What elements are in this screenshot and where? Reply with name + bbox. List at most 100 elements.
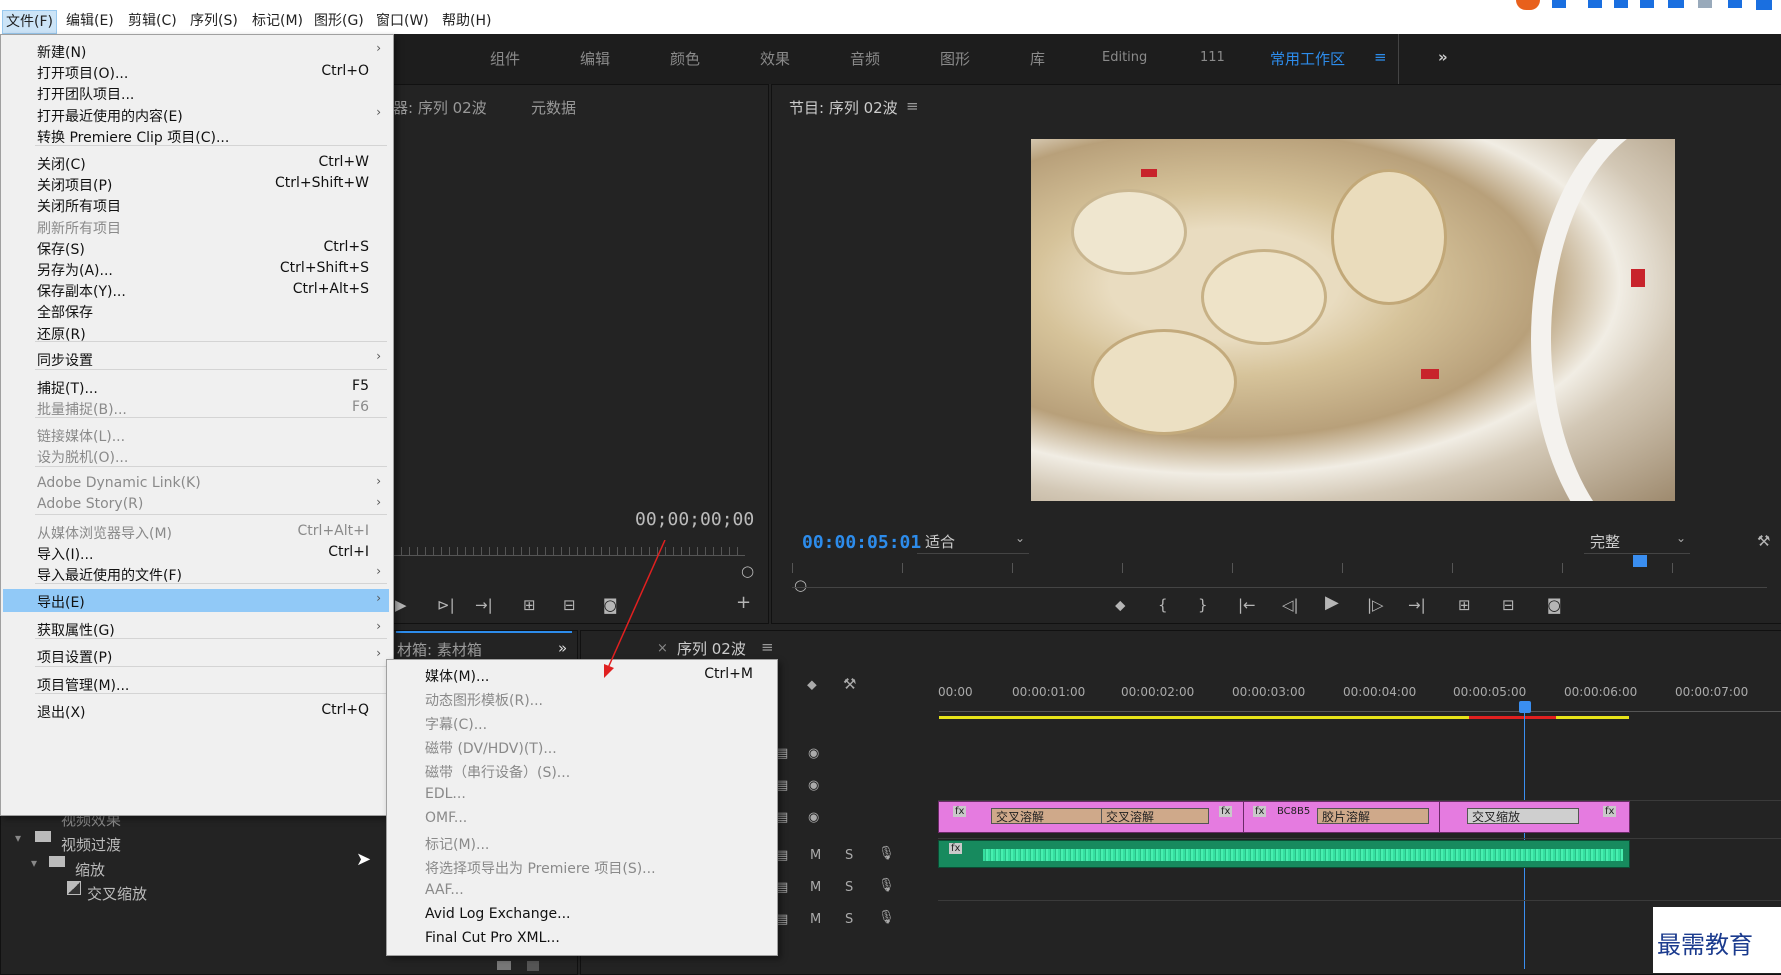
- menu-clip[interactable]: 剪辑(C): [128, 10, 177, 32]
- file-menu-item[interactable]: 获取属性(G) ›: [3, 617, 389, 640]
- file-menu-item[interactable]: 另存为(A)... Ctrl+Shift+S: [3, 257, 389, 280]
- source-play-icon[interactable]: ▶: [395, 597, 407, 613]
- source-timecode[interactable]: 00;00;00;00: [635, 509, 754, 530]
- workspace-graphics[interactable]: 图形: [940, 48, 970, 69]
- file-menu-item[interactable]: 关闭(C) Ctrl+W: [3, 151, 389, 174]
- export-submenu-item[interactable]: Avid Log Exchange...: [387, 903, 775, 926]
- file-menu-item[interactable]: 保存副本(Y)... Ctrl+Alt+S: [3, 278, 389, 301]
- track-a1-mic-icon[interactable]: 🎙: [878, 846, 895, 861]
- file-menu-item[interactable]: 打开团队项目...: [3, 81, 389, 104]
- source-overwrite-icon[interactable]: ⊟: [563, 597, 576, 613]
- file-menu-item[interactable]: 打开最近使用的内容(E) ›: [3, 103, 389, 126]
- transition-cross-zoom[interactable]: 交叉缩放: [1467, 808, 1579, 824]
- menu-window[interactable]: 窗口(W): [376, 10, 429, 32]
- program-time-ruler[interactable]: [792, 563, 1767, 573]
- file-menu-item[interactable]: 全部保存: [3, 299, 389, 322]
- track-a2-mic-icon[interactable]: 🎙: [878, 878, 895, 893]
- menu-file[interactable]: 文件(F): [2, 10, 57, 34]
- source-go-to-out-icon[interactable]: →|: [475, 597, 493, 613]
- workspace-common[interactable]: 常用工作区: [1270, 48, 1345, 69]
- menu-help[interactable]: 帮助(H): [442, 10, 491, 32]
- program-monitor-title[interactable]: 节目: 序列 02波: [789, 97, 898, 118]
- track-a3-mic-icon[interactable]: 🎙: [878, 910, 895, 925]
- file-menu-item[interactable]: 同步设置 ›: [3, 347, 389, 370]
- tree-cross-zoom[interactable]: 交叉缩放: [87, 883, 147, 904]
- track-v1-eye-icon[interactable]: ◉: [808, 810, 819, 825]
- program-zoom-handle[interactable]: ○: [794, 577, 807, 593]
- trash-icon[interactable]: [527, 961, 539, 971]
- add-marker-icon[interactable]: ⬥: [1115, 597, 1126, 613]
- go-to-in-icon[interactable]: |←: [1238, 597, 1256, 613]
- file-menu-item[interactable]: 转换 Premiere Clip 项目(C)...: [3, 124, 389, 147]
- file-menu-item[interactable]: 导入最近使用的文件(F) ›: [3, 562, 389, 585]
- transition-cross-dissolve-2[interactable]: 交叉溶解: [1101, 808, 1209, 824]
- export-submenu-item[interactable]: 媒体(M)... Ctrl+M: [387, 663, 775, 686]
- menu-marker[interactable]: 标记(M): [252, 10, 303, 32]
- track-a2-mute[interactable]: M: [810, 880, 821, 895]
- tree-expand-3-icon[interactable]: ▾: [31, 856, 37, 870]
- source-add-button-icon[interactable]: +: [736, 594, 751, 612]
- time-ruler-line[interactable]: [939, 711, 1781, 712]
- tree-video-transitions[interactable]: 视频过渡: [61, 834, 121, 855]
- file-menu-item[interactable]: 项目设置(P) ›: [3, 644, 389, 667]
- menu-edit[interactable]: 编辑(E): [66, 10, 114, 32]
- video-clip-v1[interactable]: fx 交叉溶解 交叉溶解 fx fx BC8B5 胶片溶解 交叉缩放 fx: [938, 801, 1630, 833]
- new-bin-icon[interactable]: [497, 961, 511, 970]
- track-v3-eye-icon[interactable]: ◉: [808, 746, 819, 761]
- file-menu-item[interactable]: 导入(I)... Ctrl+I: [3, 541, 389, 564]
- file-menu-item[interactable]: 打开项目(O)... Ctrl+O: [3, 60, 389, 83]
- file-menu-item[interactable]: 导出(E) ›: [3, 589, 389, 612]
- program-monitor-menu-icon[interactable]: ≡: [906, 97, 919, 115]
- workspace-111[interactable]: 111: [1200, 50, 1225, 65]
- bin-title[interactable]: 材箱: 素材箱: [397, 639, 482, 660]
- mark-in-icon[interactable]: {: [1158, 597, 1168, 613]
- bin-overflow-icon[interactable]: »: [558, 639, 567, 657]
- workspace-assembly[interactable]: 组件: [490, 48, 520, 69]
- extract-icon[interactable]: ⊟: [1502, 597, 1515, 613]
- file-menu-item[interactable]: 退出(X) Ctrl+Q: [3, 699, 389, 722]
- tree-expand-2-icon[interactable]: ▾: [15, 831, 21, 845]
- track-a1-solo[interactable]: S: [845, 848, 853, 863]
- program-playhead-marker[interactable]: [1633, 555, 1647, 567]
- fit-dropdown[interactable]: 适合 ⌄: [917, 529, 1029, 554]
- lift-icon[interactable]: ⊞: [1458, 597, 1471, 613]
- workspace-editing[interactable]: 编辑: [580, 48, 610, 69]
- export-submenu-item[interactable]: Final Cut Pro XML...: [387, 927, 775, 950]
- timeline-title[interactable]: 序列 02波: [677, 638, 746, 659]
- export-frame-camera-icon[interactable]: ◙: [1547, 597, 1562, 613]
- track-a3-solo[interactable]: S: [845, 912, 853, 927]
- tree-zoom[interactable]: 缩放: [75, 859, 105, 880]
- track-a1-mute[interactable]: M: [810, 848, 821, 863]
- track-a3-mute[interactable]: M: [810, 912, 821, 927]
- program-timecode[interactable]: 00:00:05:01: [802, 532, 921, 553]
- menu-graphics[interactable]: 图形(G): [314, 10, 364, 32]
- file-menu-item[interactable]: 保存(S) Ctrl+S: [3, 236, 389, 259]
- step-forward-icon[interactable]: |▷: [1367, 597, 1384, 613]
- workspace-overflow-icon[interactable]: »: [1438, 48, 1448, 66]
- metadata-tab[interactable]: 元数据: [531, 97, 576, 118]
- go-to-out-icon[interactable]: →|: [1408, 597, 1426, 613]
- track-a2-solo[interactable]: S: [845, 880, 853, 895]
- workspace-menu-icon[interactable]: ≡: [1374, 48, 1387, 66]
- settings-wrench-icon[interactable]: ⚒: [1757, 533, 1770, 549]
- transition-cross-dissolve-1[interactable]: 交叉溶解: [991, 808, 1103, 824]
- step-back-icon[interactable]: ◁|: [1282, 597, 1299, 613]
- timeline-wrench-icon[interactable]: ⚒: [843, 675, 856, 693]
- workspace-audio[interactable]: 音频: [850, 48, 880, 69]
- source-monitor-tab[interactable]: 器: 序列 02波: [393, 97, 487, 118]
- file-menu-item[interactable]: 新建(N) ›: [3, 39, 389, 62]
- file-menu-item[interactable]: 项目管理(M)...: [3, 672, 389, 695]
- timeline-playhead-handle[interactable]: [1519, 701, 1531, 713]
- file-menu-item[interactable]: 还原(R): [3, 321, 389, 344]
- source-time-ruler[interactable]: [393, 547, 745, 556]
- transition-film-dissolve[interactable]: 胶片溶解: [1317, 808, 1429, 824]
- menu-sequence[interactable]: 序列(S): [190, 10, 238, 32]
- quality-dropdown[interactable]: 完整 ⌄: [1584, 529, 1690, 554]
- source-step-forward-icon[interactable]: ⊳|: [437, 597, 455, 613]
- file-menu-item[interactable]: 关闭项目(P) Ctrl+Shift+W: [3, 172, 389, 195]
- source-insert-icon[interactable]: ⊞: [523, 597, 536, 613]
- workspace-color[interactable]: 颜色: [670, 48, 700, 69]
- program-play-icon[interactable]: ▶: [1325, 594, 1339, 612]
- program-zoom-bar[interactable]: [792, 587, 1767, 588]
- workspace-editing-en[interactable]: Editing: [1102, 50, 1147, 65]
